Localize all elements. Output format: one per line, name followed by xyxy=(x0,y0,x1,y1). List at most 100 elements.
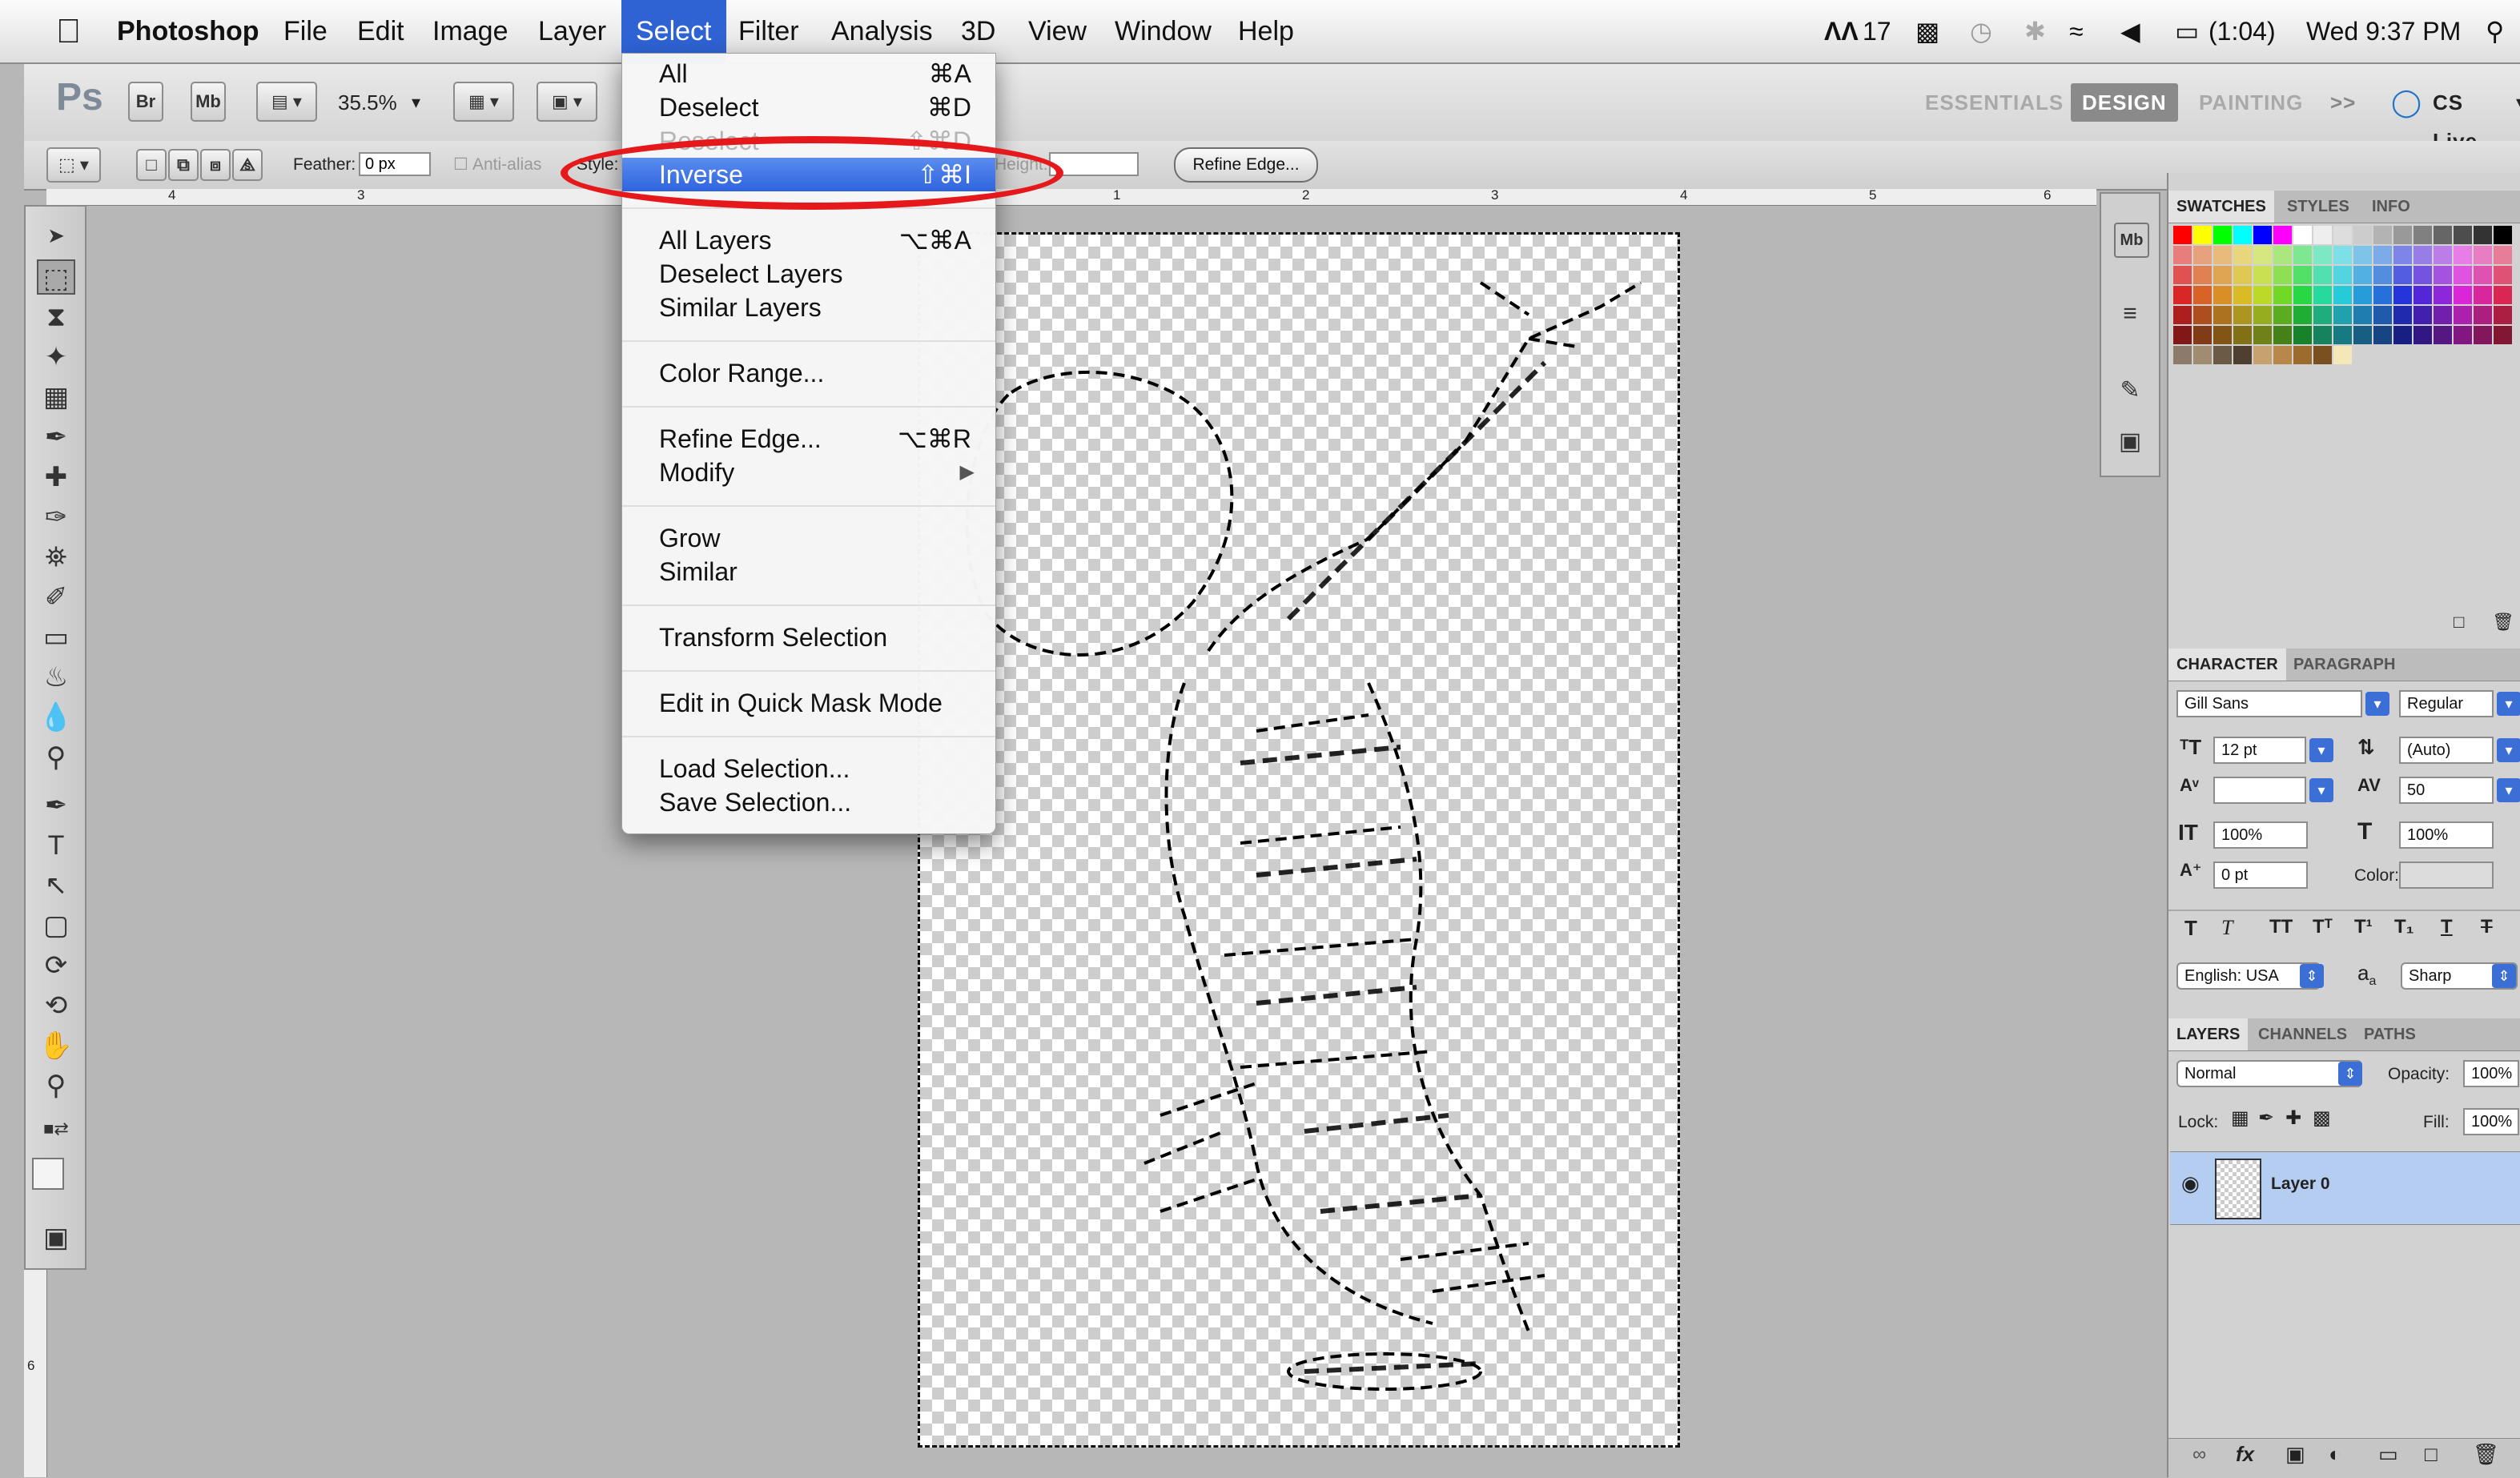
swatch-grid[interactable] xyxy=(2173,226,2518,396)
marquee-tool-icon[interactable]: ⬚ xyxy=(37,259,75,295)
swatch-cell[interactable] xyxy=(2233,326,2252,344)
swatch-cell[interactable] xyxy=(2474,306,2492,324)
view-extras-button[interactable]: ▤ ▾ xyxy=(256,82,317,122)
menu-app-name[interactable]: Photoshop xyxy=(117,0,259,62)
swatch-cell[interactable] xyxy=(2434,306,2452,324)
spotlight-search-icon[interactable]: ⚲ xyxy=(2486,0,2504,62)
swatch-cell[interactable] xyxy=(2273,346,2292,364)
launch-mini-bridge-button[interactable]: Mb xyxy=(191,82,226,122)
menu-item-color-range[interactable]: Color Range... xyxy=(622,356,995,390)
font-family-dropdown-icon[interactable]: ▾ xyxy=(2365,692,2389,716)
menu-file[interactable]: File xyxy=(283,0,328,62)
swatch-cell[interactable] xyxy=(2454,326,2472,344)
cs-live-dropdown-icon[interactable]: ▾ xyxy=(2516,83,2520,122)
swatch-cell[interactable] xyxy=(2393,226,2412,244)
menu-edit[interactable]: Edit xyxy=(357,0,404,62)
swatch-cell[interactable] xyxy=(2454,226,2472,244)
font-family-select[interactable]: Gill Sans xyxy=(2176,690,2362,717)
swatch-cell[interactable] xyxy=(2333,226,2352,244)
display-icon[interactable]: ▩ xyxy=(1915,0,1939,62)
swatch-cell[interactable] xyxy=(2373,266,2392,284)
menu-item-similar[interactable]: Similar xyxy=(622,555,995,588)
swatch-cell[interactable] xyxy=(2293,326,2312,344)
swatch-cell[interactable] xyxy=(2253,246,2272,264)
faux-italic-icon[interactable]: T xyxy=(2221,916,2233,940)
swatch-cell[interactable] xyxy=(2213,286,2232,304)
swatch-cell[interactable] xyxy=(2193,246,2212,264)
clone-source-panel-icon[interactable]: ▣ xyxy=(2114,426,2146,458)
swatch-cell[interactable] xyxy=(2253,346,2272,364)
swatch-cell[interactable] xyxy=(2253,266,2272,284)
swatch-cell[interactable] xyxy=(2494,286,2512,304)
path-selection-tool-icon[interactable]: ↖ xyxy=(37,868,75,903)
swatch-cell[interactable] xyxy=(2434,286,2452,304)
workspace-essentials[interactable]: ESSENTIALS xyxy=(1914,83,2075,122)
swatch-cell[interactable] xyxy=(2333,326,2352,344)
swatch-cell[interactable] xyxy=(2353,286,2372,304)
menu-view[interactable]: View xyxy=(1028,0,1087,62)
swatch-cell[interactable] xyxy=(2353,246,2372,264)
blur-tool-icon[interactable]: 💧 xyxy=(37,700,75,735)
delete-layer-icon[interactable]: 🗑 xyxy=(2473,1442,2499,1467)
swatch-cell[interactable] xyxy=(2273,226,2292,244)
swatch-cell[interactable] xyxy=(2474,326,2492,344)
swatch-cell[interactable] xyxy=(2173,266,2192,284)
swatch-cell[interactable] xyxy=(2193,266,2212,284)
swatch-cell[interactable] xyxy=(2233,306,2252,324)
brush-tool-icon[interactable]: ✑ xyxy=(37,500,75,535)
tab-paths[interactable]: PATHS xyxy=(2356,1018,2424,1050)
eyedropper-tool-icon[interactable]: ✒ xyxy=(37,420,75,455)
swatch-cell[interactable] xyxy=(2273,286,2292,304)
swatch-cell[interactable] xyxy=(2213,306,2232,324)
lock-image-icon[interactable]: ✒ xyxy=(2258,1106,2274,1130)
tracking-dropdown-icon[interactable]: ▾ xyxy=(2497,778,2520,802)
menu-item-load-selection[interactable]: Load Selection... xyxy=(622,752,995,785)
workspace-overflow-button[interactable]: >> xyxy=(2319,83,2367,122)
hand-tool-icon[interactable]: ✋ xyxy=(37,1028,75,1063)
pen-tool-icon[interactable]: ✒ xyxy=(37,788,75,823)
font-style-select[interactable]: Regular xyxy=(2399,690,2494,717)
zoom-level[interactable]: 35.5% xyxy=(338,78,397,127)
swatch-cell[interactable] xyxy=(2393,246,2412,264)
workspace-design[interactable]: DESIGN xyxy=(2071,83,2178,122)
tracking-input[interactable]: 50 xyxy=(2399,777,2494,804)
menu-item-deselect-layers[interactable]: Deselect Layers xyxy=(622,257,995,291)
leading-dropdown-icon[interactable]: ▾ xyxy=(2497,738,2520,762)
fill-input[interactable]: 100% xyxy=(2463,1108,2519,1135)
tab-paragraph[interactable]: PARAGRAPH xyxy=(2285,649,2403,681)
add-to-selection-icon[interactable]: ⧉ xyxy=(168,149,199,181)
small-caps-icon[interactable]: Tᵀ xyxy=(2313,916,2333,938)
link-layers-icon[interactable]: ∞ xyxy=(2192,1444,2206,1466)
swatch-cell[interactable] xyxy=(2373,326,2392,344)
swatch-cell[interactable] xyxy=(2193,326,2212,344)
swatch-cell[interactable] xyxy=(2173,286,2192,304)
subscript-icon[interactable]: T₁ xyxy=(2394,916,2414,938)
swatch-cell[interactable] xyxy=(2293,246,2312,264)
swatch-cell[interactable] xyxy=(2293,346,2312,364)
swatch-cell[interactable] xyxy=(2494,226,2512,244)
arrange-documents-button[interactable]: ▦ ▾ xyxy=(453,82,514,122)
swatch-cell[interactable] xyxy=(2253,306,2272,324)
swatch-cell[interactable] xyxy=(2273,266,2292,284)
wifi-icon[interactable]: ≈ xyxy=(2069,0,2084,62)
swatch-cell[interactable] xyxy=(2313,246,2332,264)
swatch-cell[interactable] xyxy=(2313,266,2332,284)
swatch-cell[interactable] xyxy=(2474,286,2492,304)
swatch-cell[interactable] xyxy=(2213,346,2232,364)
swatch-cell[interactable] xyxy=(2333,286,2352,304)
mini-bridge-panel-icon[interactable]: Mb xyxy=(2114,223,2149,258)
lock-transparent-icon[interactable]: ▦ xyxy=(2231,1106,2249,1130)
swatch-cell[interactable] xyxy=(2293,306,2312,324)
swatch-cell[interactable] xyxy=(2233,226,2252,244)
swatch-cell[interactable] xyxy=(2434,226,2452,244)
history-brush-tool-icon[interactable]: ✐ xyxy=(37,580,75,615)
menu-item-quick-mask[interactable]: Edit in Quick Mask Mode xyxy=(622,686,995,720)
menu-layer[interactable]: Layer xyxy=(538,0,606,62)
swatch-cell[interactable] xyxy=(2193,286,2212,304)
workspace-painting[interactable]: PAINTING xyxy=(2188,83,2314,122)
add-mask-icon[interactable]: ▣ xyxy=(2285,1442,2305,1467)
swatch-cell[interactable] xyxy=(2333,346,2352,364)
battery-icon[interactable]: ▭ xyxy=(2175,0,2199,62)
swatch-cell[interactable] xyxy=(2353,326,2372,344)
swatch-cell[interactable] xyxy=(2413,306,2432,324)
